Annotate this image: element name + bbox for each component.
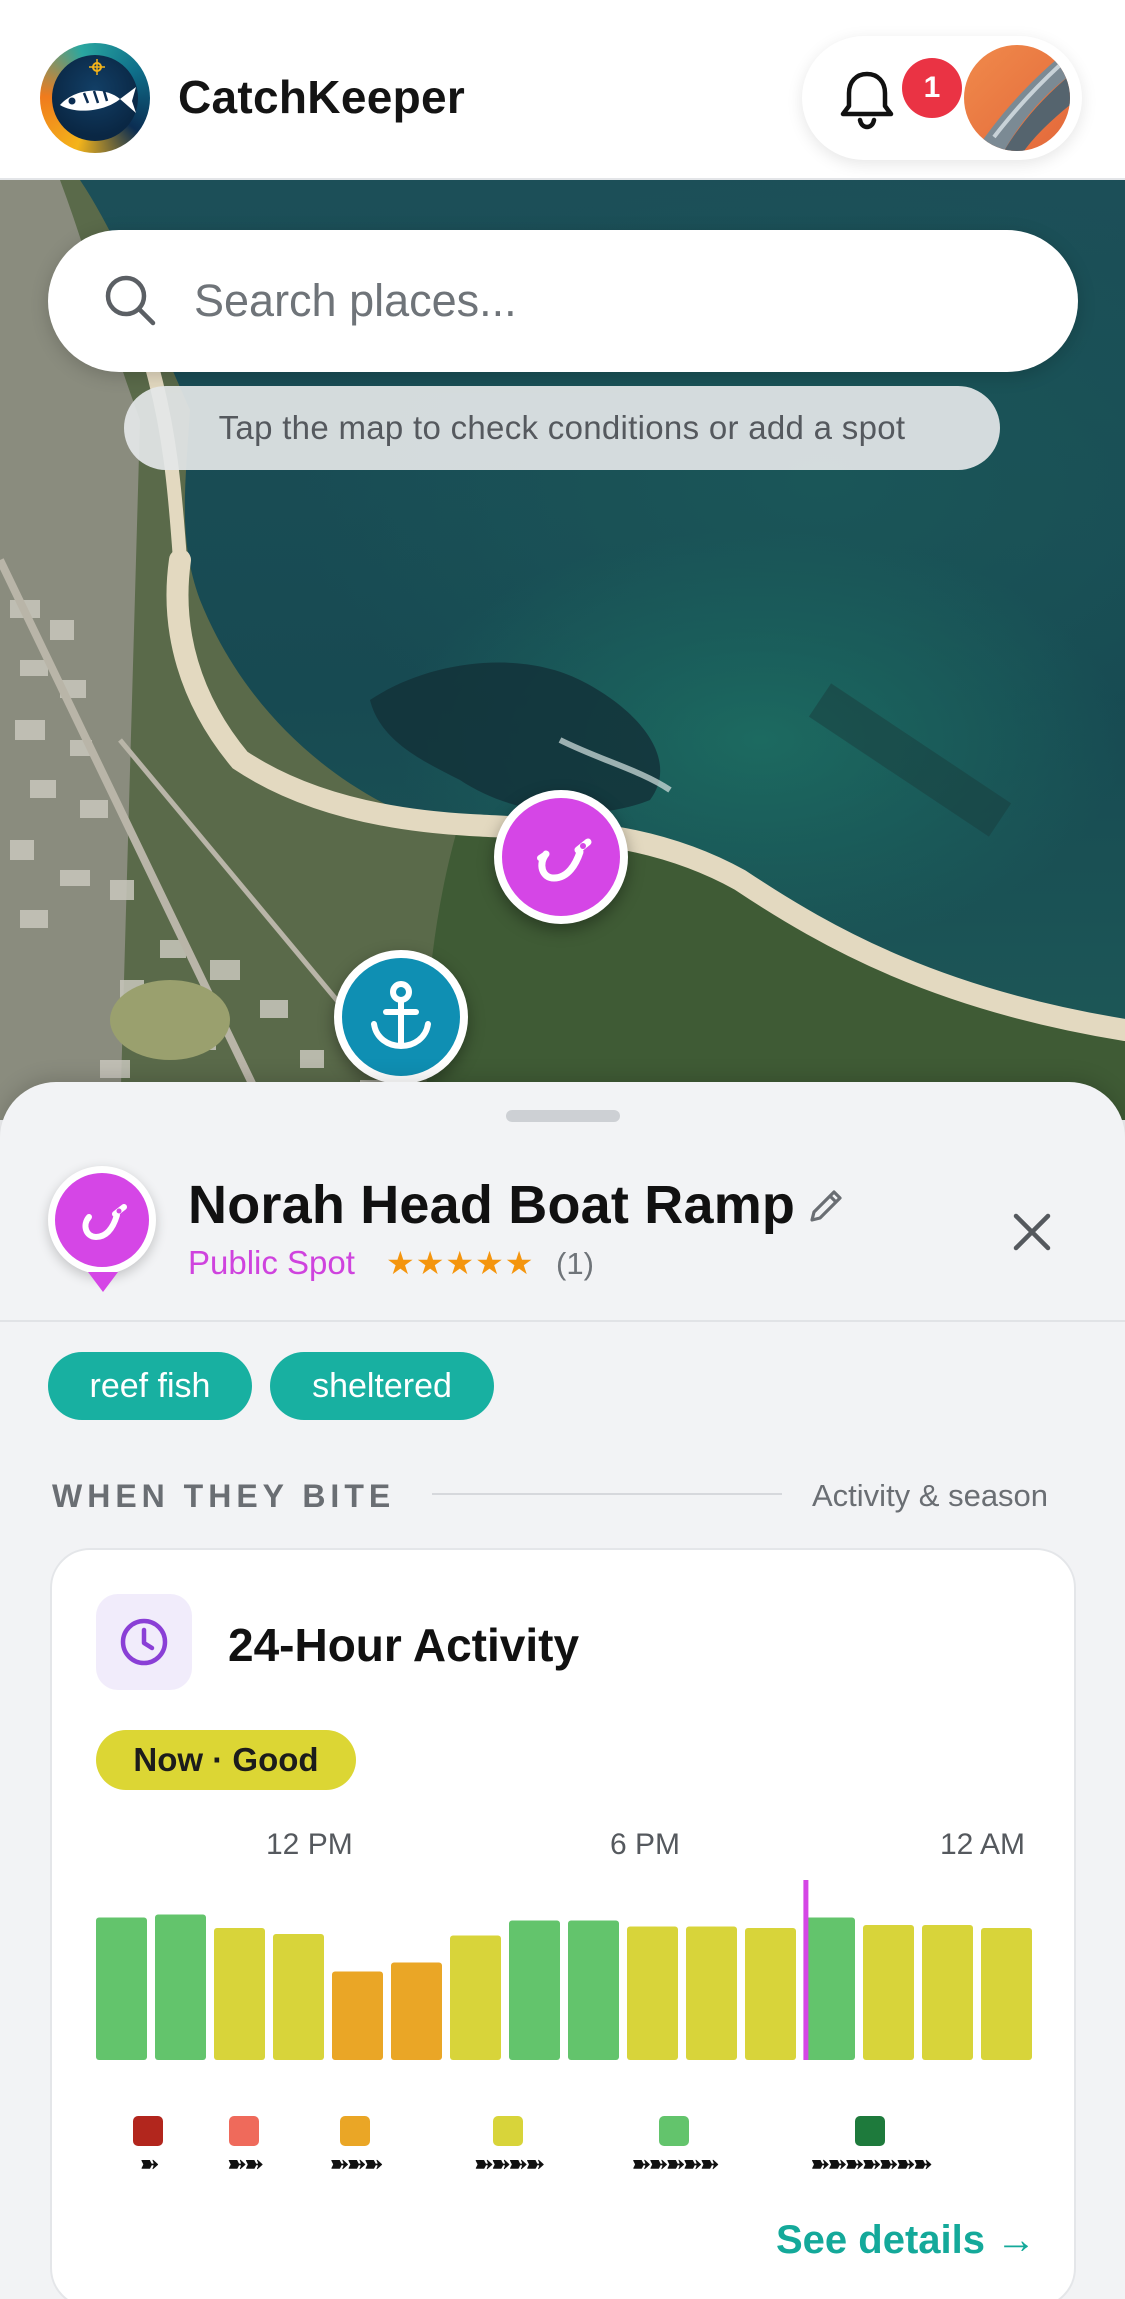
search-icon: [105, 275, 156, 326]
activity-bar-1[interactable]: [155, 1914, 206, 2061]
spot-visibility: Public Spot: [188, 1244, 355, 1281]
clock-icon: [120, 1618, 168, 1666]
activity-bar-7[interactable]: [509, 1920, 560, 2061]
map-hint: Tap the map to check conditions or add a…: [124, 386, 1000, 470]
legend-swatch-0: [133, 2116, 163, 2146]
activity-bar-2[interactable]: [214, 1928, 265, 2060]
activity-bar-10[interactable]: [686, 1926, 737, 2061]
legend-swatch-4: [659, 2116, 689, 2146]
rating-stars: ★★★★★: [386, 1245, 535, 1281]
spot-type-marker: [48, 1166, 156, 1274]
activity-bar-5[interactable]: [391, 1962, 442, 2061]
activity-card[interactable]: 24-Hour Activity Now · Good 12 PM 6 PM 1…: [50, 1548, 1076, 2299]
tag-reef-fish[interactable]: reef fish: [48, 1352, 252, 1420]
activity-bar-13[interactable]: [863, 1925, 914, 2060]
legend-fish-5: ➽➽➽➽➽➽➽: [810, 2151, 933, 2178]
time-label-6pm: 6 PM: [610, 1828, 681, 1861]
sheet-drag-handle[interactable]: [506, 1110, 620, 1122]
activity-bar-15[interactable]: [981, 1928, 1032, 2060]
boat-ramp-marker[interactable]: [334, 950, 468, 1084]
legend-fish-1: ➽➽: [226, 2151, 264, 2178]
section-title: WHEN THEY BITE: [52, 1478, 396, 1514]
anchor-icon: [371, 981, 431, 1050]
edit-pencil-icon[interactable]: [804, 1184, 848, 1228]
legend-swatch-2: [340, 2116, 370, 2146]
search-bar[interactable]: [48, 230, 1078, 372]
clock-icon-badge: [96, 1594, 192, 1690]
app-header: CatchKeeper 1: [0, 0, 1125, 180]
activity-bar-0[interactable]: [96, 1917, 147, 2061]
activity-bar-3[interactable]: [273, 1934, 324, 2060]
app-logo: [40, 43, 150, 153]
avatar-fish-image: [982, 53, 1070, 151]
activity-bar-9[interactable]: [627, 1926, 678, 2061]
fishing-hook-icon: [82, 1204, 127, 1241]
rating-count: (1): [556, 1246, 594, 1281]
spot-details-sheet: Norah Head Boat Ramp Public Spot ★★★★★ (…: [0, 1082, 1125, 2299]
spot-title: Norah Head Boat Ramp: [188, 1175, 796, 1235]
fish-logo-icon: [60, 59, 136, 113]
activity-bar-6[interactable]: [450, 1935, 501, 2061]
activity-bar-chart[interactable]: [96, 1870, 1032, 2080]
legend-fish-2: ➽➽➽: [329, 2151, 383, 2178]
close-button[interactable]: [1004, 1204, 1060, 1260]
notification-badge: 1: [902, 58, 962, 118]
search-input[interactable]: [194, 262, 1024, 340]
header-actions: 1: [802, 36, 1082, 160]
legend-swatch-3: [493, 2116, 523, 2146]
time-label-12pm: 12 PM: [266, 1828, 353, 1861]
activity-bar-14[interactable]: [922, 1925, 973, 2060]
fishing-spot-marker[interactable]: [494, 790, 628, 924]
now-status-badge: Now · Good: [96, 1730, 356, 1790]
avatar[interactable]: [964, 45, 1070, 151]
fishing-hook-icon: [537, 838, 592, 882]
legend-fish-0: ➽: [139, 2151, 159, 2178]
time-label-12am: 12 AM: [940, 1828, 1026, 1861]
legend-swatch-5: [855, 2116, 885, 2146]
activity-bar-8[interactable]: [568, 1920, 619, 2061]
card-title: 24-Hour Activity: [228, 1619, 580, 1671]
see-details-link[interactable]: See details →: [776, 2218, 1036, 2263]
activity-bar-11[interactable]: [745, 1928, 796, 2060]
legend-fish-4: ➽➽➽➽➽: [631, 2151, 720, 2178]
section-subtitle: Activity & season: [812, 1478, 1049, 1513]
activity-bar-12[interactable]: [804, 1917, 855, 2061]
section-divider: [432, 1493, 782, 1495]
tag-sheltered[interactable]: sheltered: [270, 1352, 494, 1420]
activity-bar-4[interactable]: [332, 1971, 383, 2061]
legend-fish-3: ➽➽➽➽: [473, 2151, 545, 2178]
app-title: CatchKeeper: [178, 71, 466, 123]
bell-icon: [840, 71, 894, 130]
header-divider: [0, 1320, 1125, 1322]
marker-pointer: [88, 1272, 118, 1292]
legend-swatch-1: [229, 2116, 259, 2146]
notifications-button[interactable]: 1: [834, 58, 962, 132]
